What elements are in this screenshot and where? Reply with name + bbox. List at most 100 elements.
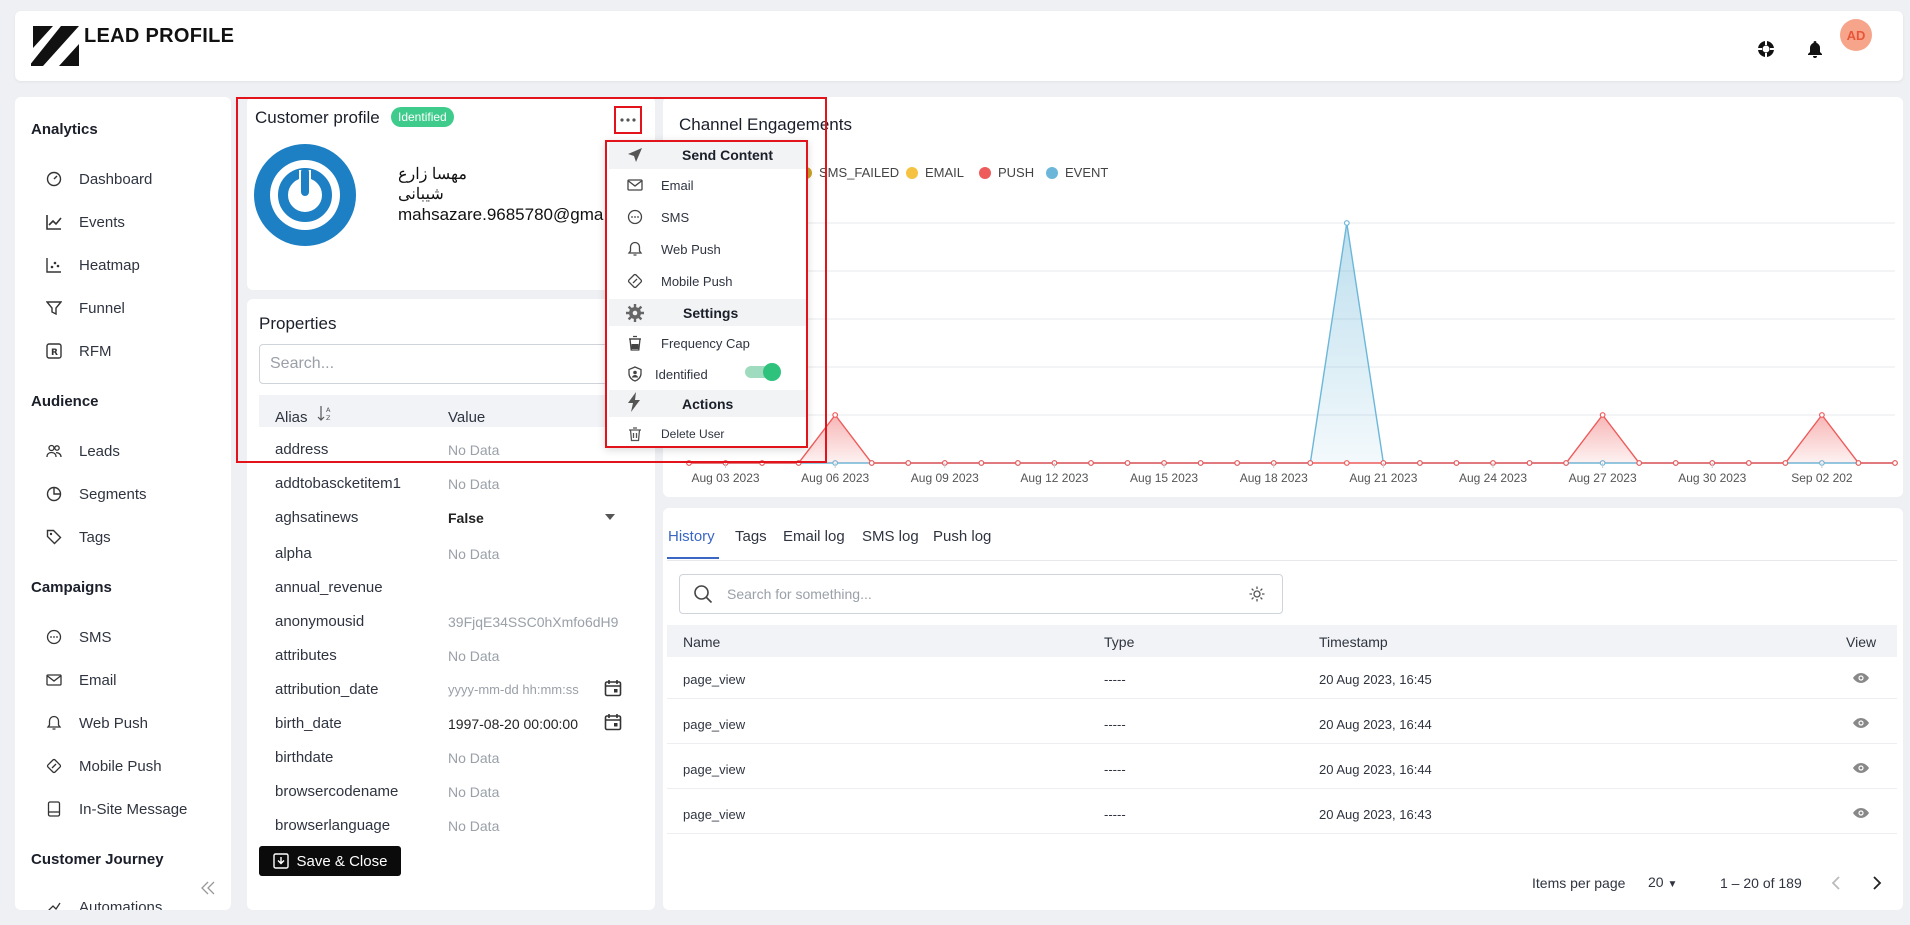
previous-page-icon[interactable] [1831,876,1841,890]
help-icon[interactable] [1757,40,1775,58]
sidebar-item-label: Web Push [79,714,148,732]
sidebar-item-label: In-Site Message [79,800,188,818]
lead-name: مهسا زارع شیبانی [398,166,467,203]
history-search-input[interactable] [727,582,1247,606]
sidebar-item-leads[interactable]: Leads [45,437,225,465]
property-value[interactable]: No Data [448,546,624,562]
property-alias: attribution_date [275,681,379,698]
legend-item-push[interactable]: PUSH [979,165,1034,180]
menu-item-delete-user[interactable]: Delete User [627,426,724,442]
sidebar-item-tags[interactable]: Tags [45,523,225,551]
sidebar-item-events[interactable]: Events [45,208,225,236]
menu-item-label: Mobile Push [661,273,733,289]
eye-icon[interactable] [1852,762,1870,774]
sidebar-item-in-site-message[interactable]: In-Site Message [45,795,225,823]
property-value-date-input[interactable]: yyyy-mm-dd hh:mm:ss [448,682,588,697]
identified-toggle[interactable] [745,363,781,381]
tab-push-log[interactable]: Push log [933,528,991,545]
active-tab-indicator [667,557,719,559]
tab-history[interactable]: History [668,528,715,545]
sort-alpha-icon[interactable]: AZ [317,404,333,422]
sidebar-item-web-push[interactable]: Web Push [45,709,225,737]
property-value-select[interactable]: False [448,510,624,526]
data-point [1197,460,1204,466]
legend-item-email[interactable]: EMAIL [906,165,964,180]
calendar-icon[interactable] [604,679,622,697]
sidebar-item-segments[interactable]: Segments [45,480,225,508]
property-alias: address [275,441,329,458]
data-point [1599,412,1606,418]
series-area-push [689,415,1895,463]
dropdown-arrow-icon[interactable] [605,514,615,520]
property-value-date-input[interactable]: 1997-08-20 00:00:00 [448,716,588,732]
mobile-icon [45,757,63,775]
property-value[interactable]: 39FjqE34SSC0hXmfo6dH9 [448,614,624,630]
items-per-page-select[interactable]: 20 ▼ [1648,874,1677,890]
mobile-icon [627,273,643,289]
property-value[interactable]: No Data [448,818,624,834]
calendar-icon[interactable] [604,713,622,731]
tab-tags[interactable]: Tags [735,528,767,545]
menu-item-frequency-cap[interactable]: Frequency Cap [627,335,750,351]
data-point [832,412,839,418]
next-page-icon[interactable] [1872,876,1882,890]
lead-avatar [254,144,356,246]
sidebar-item-automations[interactable]: Automations [45,893,225,910]
tab-sms-log[interactable]: SMS log [862,528,919,545]
col-name-header: Name [683,634,721,650]
menu-section-label: Settings [683,305,739,321]
sidebar-item-label: Events [79,213,125,231]
legend-label: SMS_FAILED [819,165,900,180]
user-avatar[interactable]: AD [1840,19,1872,51]
menu-item-mobile-push[interactable]: Mobile Push [627,273,733,289]
sidebar-item-sms[interactable]: SMS [45,623,225,651]
menu-item-label: Delete User [661,427,725,441]
property-value[interactable]: No Data [448,648,624,664]
property-value[interactable]: No Data [448,442,624,458]
notifications-bell-icon[interactable] [1806,40,1824,58]
history-row-timestamp: 20 Aug 2023, 16:45 [1319,672,1432,687]
collapse-sidebar-icon[interactable] [200,880,216,896]
menu-item-email[interactable]: Email [627,177,694,193]
sidebar-item-email[interactable]: Email [45,666,225,694]
app-logo[interactable] [31,24,81,68]
eye-icon[interactable] [1852,672,1870,684]
sidebar-item-dashboard[interactable]: Dashboard [45,165,225,193]
shield-user-icon [627,366,643,382]
properties-title: Properties [259,314,337,333]
property-value[interactable]: No Data [448,476,624,492]
tab-email-log[interactable]: Email log [783,528,845,545]
menu-item-label: Email [661,177,694,193]
property-value[interactable]: No Data [448,750,624,766]
sidebar-item-mobile-push[interactable]: Mobile Push [45,752,225,780]
data-point [1343,460,1350,466]
sidebar-item-funnel[interactable]: Funnel [45,294,225,322]
tag-icon [45,528,63,546]
more-options-button[interactable] [614,106,642,134]
col-value-header: Value [448,409,486,426]
series-area-event [689,223,1895,463]
legend-item-sms-failed[interactable]: SMS_FAILED [800,165,899,180]
gauge-icon [45,170,63,188]
settings-gear-icon[interactable] [1248,585,1266,603]
envelope-icon [45,671,63,689]
x-tick-label: Aug 06 2023 [801,471,869,485]
sidebar-item-rfm[interactable]: R RFM [45,337,225,365]
eye-icon[interactable] [1852,807,1870,819]
save-and-close-button[interactable]: Save & Close [259,846,401,876]
data-point [1672,460,1679,466]
menu-item-identified[interactable]: Identified [627,366,708,382]
cup-icon [627,335,643,351]
legend-item-event[interactable]: EVENT [1046,165,1108,180]
chat-bubble-icon [627,209,643,225]
menu-section-label: Actions [682,396,734,412]
col-alias-header[interactable]: Alias [275,409,308,426]
menu-item-sms[interactable]: SMS [627,209,689,225]
eye-icon[interactable] [1852,717,1870,729]
property-alias: alpha [275,545,312,562]
sidebar-item-heatmap[interactable]: Heatmap [45,251,225,279]
menu-item-web-push[interactable]: Web Push [627,241,721,257]
properties-search-input[interactable] [259,344,619,384]
property-value[interactable]: No Data [448,784,624,800]
items-per-page-label: Items per page [1532,875,1626,891]
